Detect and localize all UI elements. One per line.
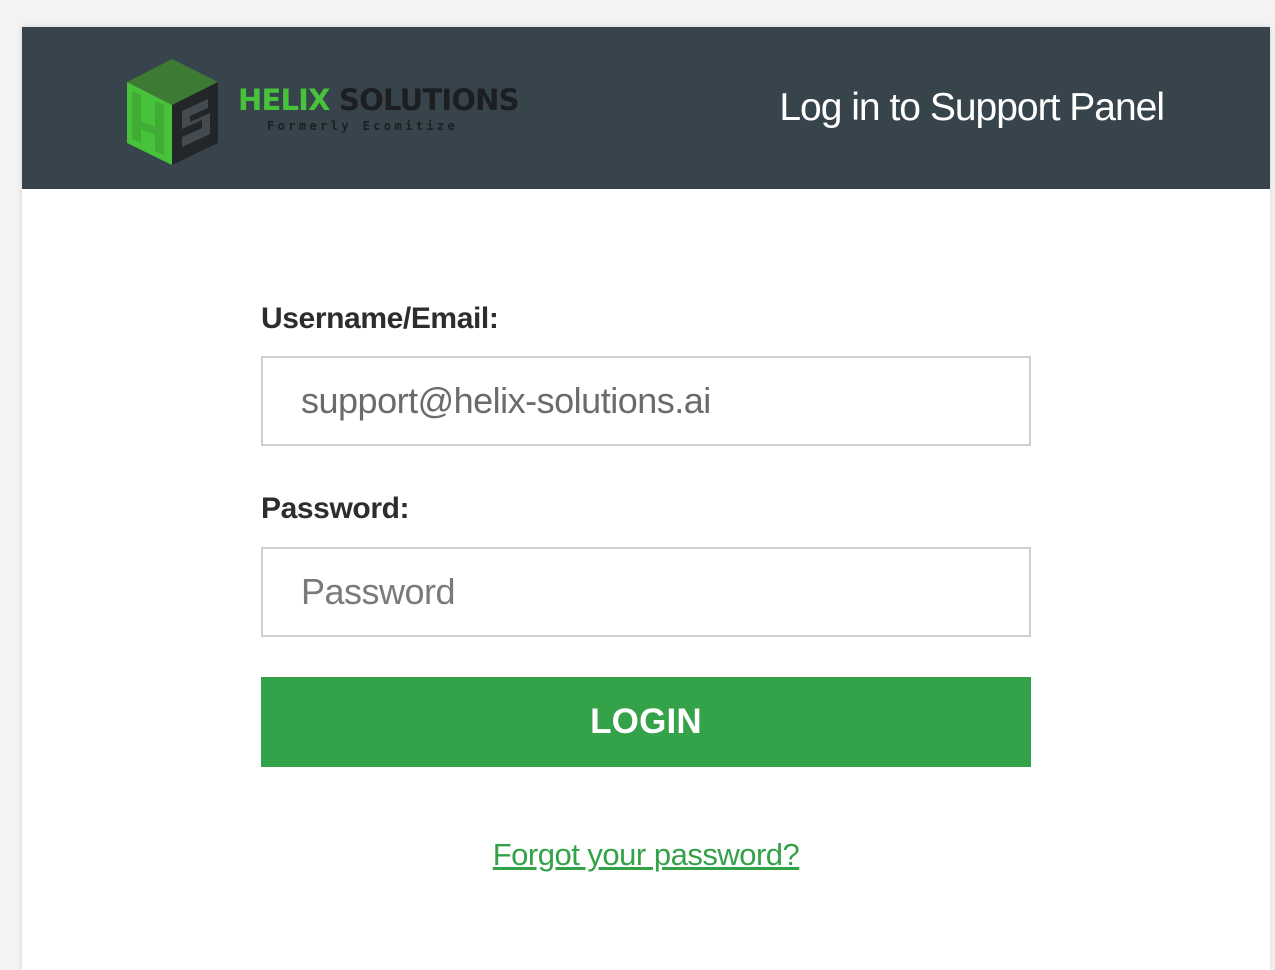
password-input[interactable]	[261, 547, 1031, 637]
username-input[interactable]	[261, 356, 1031, 446]
username-label: Username/Email:	[261, 302, 499, 335]
login-button[interactable]: LOGIN	[261, 677, 1031, 767]
logo-name-helix: HELIX	[238, 83, 331, 117]
password-label: Password:	[261, 492, 410, 525]
header-bar: HELIX SOLUTIONS Formerly Ecomitize Log i…	[22, 27, 1270, 189]
logo-name-solutions: SOLUTIONS	[329, 83, 520, 117]
logo-tagline: Formerly Ecomitize	[267, 119, 459, 133]
page-title: Log in to Support Panel	[779, 86, 1165, 129]
login-panel: HELIX SOLUTIONS Formerly Ecomitize Log i…	[22, 27, 1270, 970]
logo-wordmark: HELIX SOLUTIONS	[238, 83, 520, 117]
helix-solutions-logo: HELIX SOLUTIONS Formerly Ecomitize	[122, 55, 552, 170]
forgot-password-link[interactable]: Forgot your password?	[261, 837, 1031, 873]
hs-cube-logo-icon	[127, 59, 218, 165]
